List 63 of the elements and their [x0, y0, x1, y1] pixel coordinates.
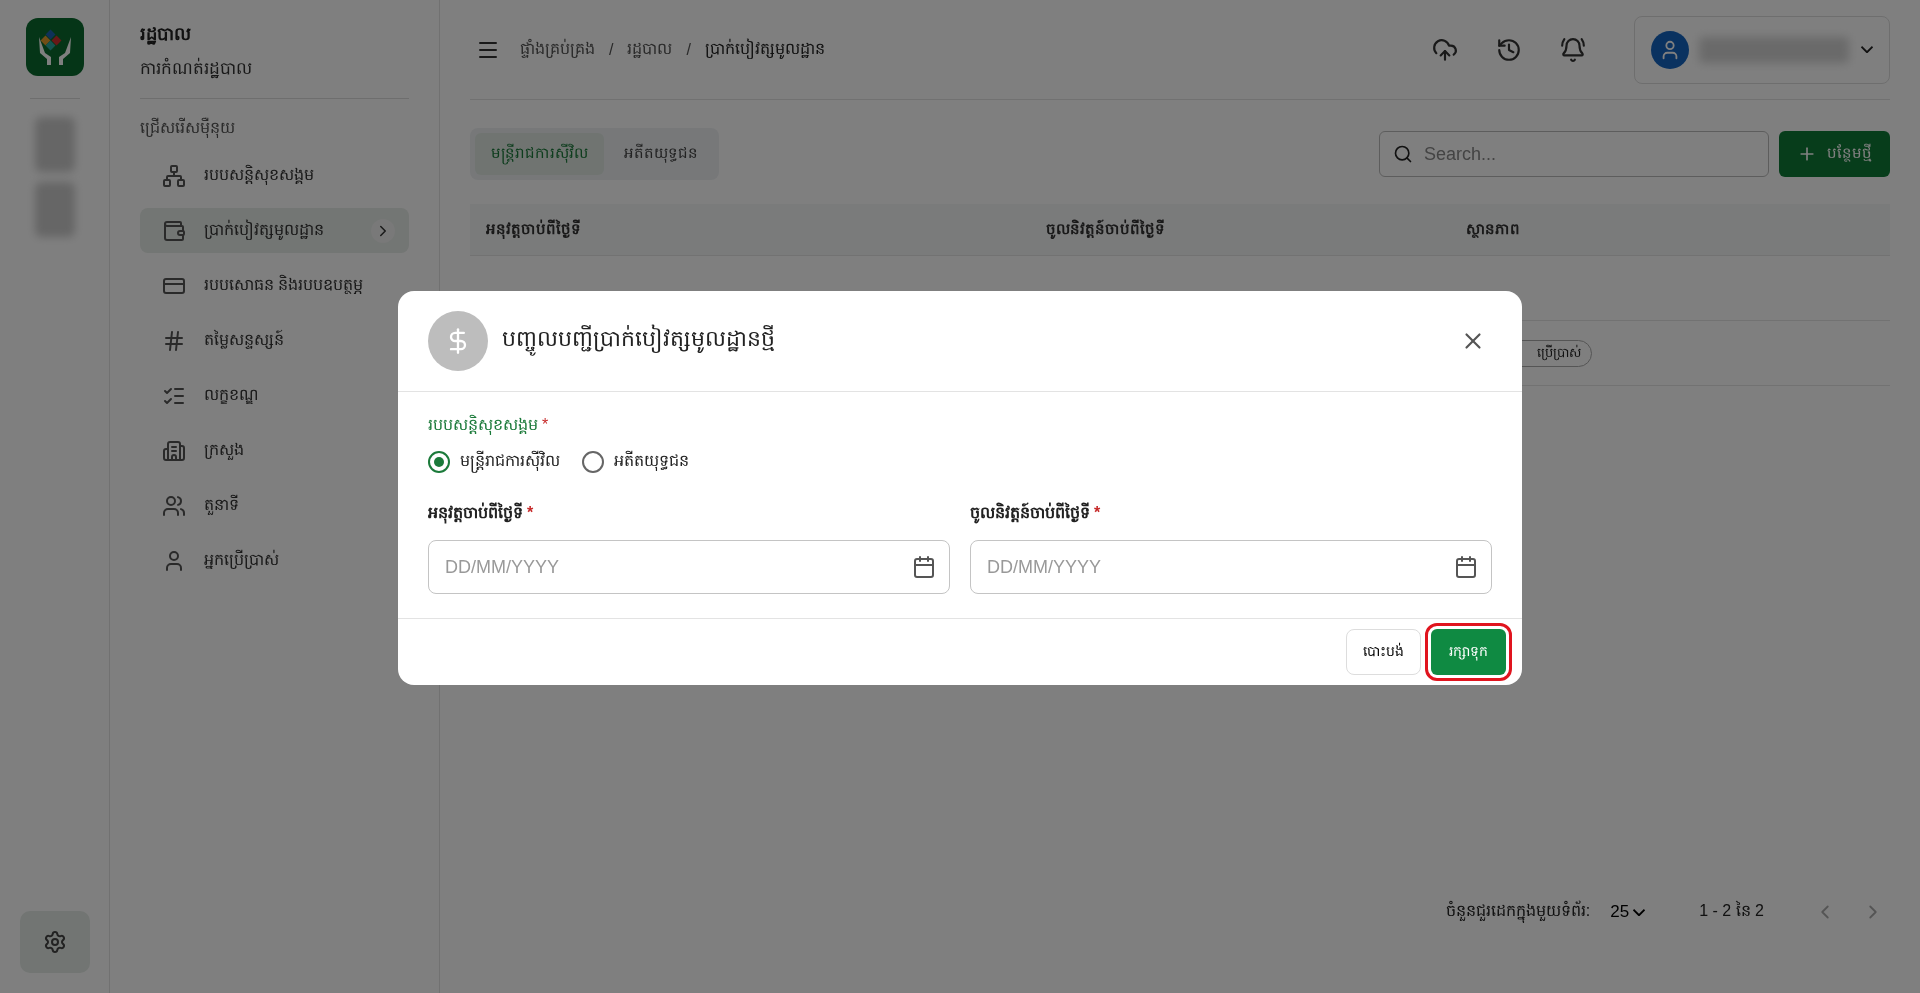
- app-logo: [25, 18, 84, 76]
- column-header: ចូលនិវត្តន៍ចាប់ពីថ្ងៃទី: [1046, 218, 1166, 241]
- dollar-icon: [428, 311, 488, 371]
- rows-per-page-select[interactable]: 25: [1604, 901, 1652, 923]
- sidebar-item[interactable]: ប្រាក់បៀវត្សមូលដ្ឋាន: [140, 208, 409, 253]
- page-range: 1 - 2 នៃ 2: [1699, 900, 1764, 921]
- sidebar-item[interactable]: របបសោធន និងរបបឧបត្ថម្ភ: [140, 263, 409, 308]
- field-label: របបសន្តិសុខសង្គម *: [428, 414, 550, 437]
- app-title: រដ្ឋបាល: [140, 23, 192, 47]
- dialog-title: បញ្ចូលបញ្ជីប្រាក់បៀវត្សមូលដ្ឋានថ្មី: [502, 325, 1440, 357]
- caret-icon: [1633, 908, 1646, 916]
- rows-per-page-label: ចំនួនជួរដេកក្នុងមួយទំព័រ:: [1445, 900, 1591, 924]
- wallet-icon: [162, 218, 186, 243]
- sidebar-item[interactable]: តម្លៃសន្ទស្សន៍: [140, 318, 409, 363]
- sidebar-item-label: តម្លៃសន្ទស្សន៍: [204, 329, 285, 351]
- chevron-icon: [371, 218, 395, 243]
- radio-label: អតីតយុទ្ធជន: [614, 450, 689, 473]
- radio-option[interactable]: អតីតយុទ្ធជន: [582, 450, 689, 474]
- tab[interactable]: មន្ត្រីរាជការស៊ីវិល: [475, 133, 604, 175]
- sidebar-item-label: ប្រាក់បៀវត្សមូលដ្ឋាន: [204, 218, 325, 242]
- breadcrumb-separator: /: [686, 40, 691, 59]
- search-field[interactable]: Search...: [1379, 131, 1769, 177]
- date-field[interactable]: DD/MM/YYYY: [428, 540, 950, 594]
- breadcrumb-separator: /: [609, 40, 614, 59]
- avatar-icon: [1651, 30, 1689, 69]
- breadcrumb[interactable]: រដ្ឋបាល: [627, 37, 673, 62]
- blurred-item: [34, 117, 75, 172]
- app-subtitle: ការកំណត់រដ្ឋបាល: [140, 57, 253, 81]
- user-menu[interactable]: [1634, 15, 1890, 84]
- sidebar-item-label: អ្នកប្រើប្រាស់: [204, 548, 280, 571]
- cancel-button[interactable]: បោះបង់: [1346, 629, 1421, 675]
- chevron-down-icon: [1861, 46, 1873, 53]
- sidebar-item-label: របបសន្តិសុខសង្គម: [204, 163, 315, 187]
- field-label: អនុវត្តចាប់ពីថ្ងៃទី *: [428, 502, 950, 526]
- building-icon: [162, 438, 186, 463]
- radio-label: មន្ត្រីរាជការស៊ីវិល: [460, 450, 560, 474]
- column-header: ស្ថានភាព: [1466, 218, 1521, 240]
- add-new-button[interactable]: បន្ថែមថ្មី: [1779, 131, 1890, 177]
- settings-icon: [42, 930, 67, 954]
- settings-button[interactable]: [19, 911, 90, 973]
- hierarchy-icon: [162, 163, 186, 188]
- sidebar-item[interactable]: អ្នកប្រើប្រាស់: [140, 538, 409, 583]
- sidebar-item-label: លក្ខខណ្ឌ: [204, 384, 260, 406]
- sidebar-item[interactable]: ក្រសួង: [140, 428, 409, 473]
- sidebar-item[interactable]: របបសន្តិសុខសង្គម: [140, 153, 409, 198]
- date-field[interactable]: DD/MM/YYYY: [970, 540, 1492, 594]
- sidebar-item-label: តួនាទី: [204, 493, 240, 517]
- sidebar-item-label: ក្រសួង: [204, 439, 245, 462]
- menu-section-label: ជ្រើសរើសម៉ឺនុយ: [140, 117, 236, 140]
- radio-option[interactable]: មន្ត្រីរាជការស៊ីវិល: [428, 450, 560, 474]
- hash-icon: [162, 328, 186, 353]
- sidebar-item-label: របបសោធន និងរបបឧបត្ថម្ភ: [204, 273, 365, 296]
- field-label: ចូលនិវត្តន៍ចាប់ពីថ្ងៃទី *: [970, 502, 1492, 526]
- sidebar-item[interactable]: លក្ខខណ្ឌ: [140, 373, 409, 418]
- blurred-item: [34, 182, 75, 237]
- breadcrumb[interactable]: ផ្ទាំងគ្រប់គ្រង: [520, 37, 595, 62]
- column-header: អនុវត្តចាប់ពីថ្ងៃទី: [486, 218, 582, 241]
- tab[interactable]: អតីតយុទ្ធជន: [608, 133, 714, 175]
- calendar-icon: [1454, 555, 1478, 579]
- calendar-icon: [912, 555, 936, 579]
- sidebar-item[interactable]: តួនាទី: [140, 483, 409, 528]
- breadcrumb[interactable]: ប្រាក់បៀវត្សមូលដ្ឋាន: [704, 37, 825, 62]
- group-icon: [162, 493, 186, 518]
